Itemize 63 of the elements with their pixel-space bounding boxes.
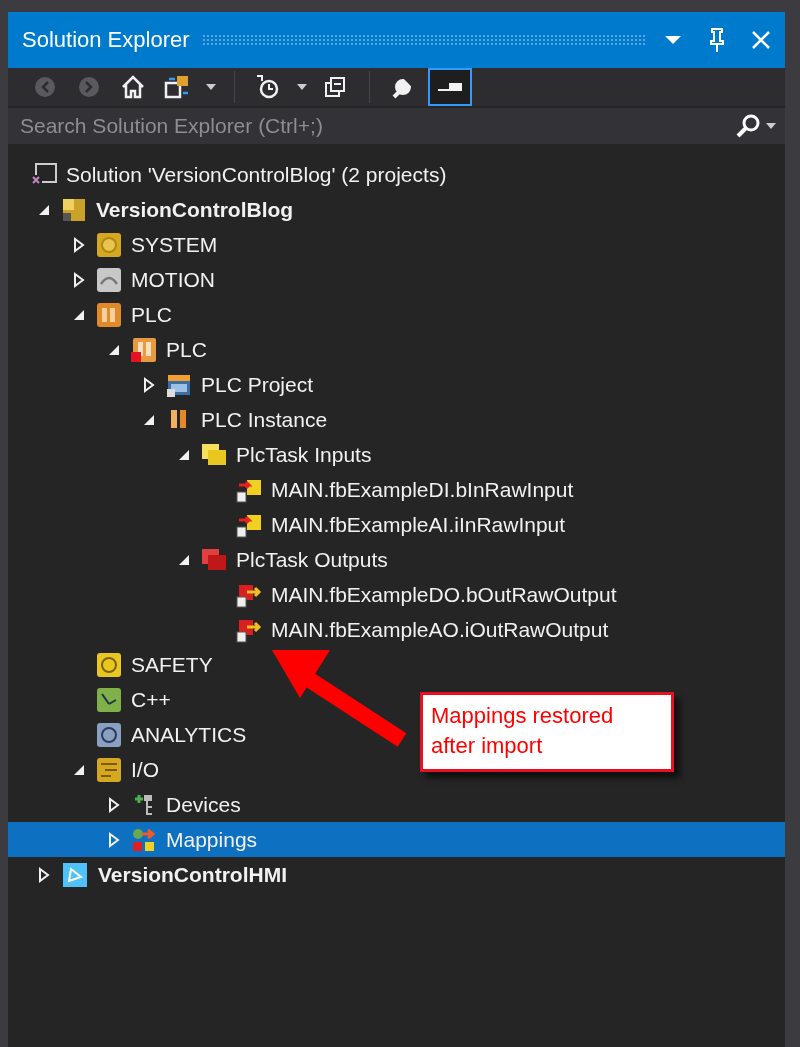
safety-icon (95, 650, 123, 679)
tree-item-label: Devices (166, 792, 241, 817)
tree-item-label: ANALYTICS (131, 722, 247, 747)
cpp-icon (95, 685, 123, 714)
selected-tree-item[interactable]: Mappings (8, 822, 785, 857)
tree-item-label: VersionControlHMI (98, 862, 287, 887)
tree-item-label: MAIN.fbExampleAI.iInRawInput (271, 512, 566, 537)
tree-item-label: I/O (131, 757, 159, 782)
tree-item-label: MAIN.fbExampleAO.iOutRawOutput (271, 617, 609, 642)
tree-item[interactable]: Devices (8, 787, 247, 822)
toolbar-button[interactable] (428, 68, 472, 106)
plc-icon (95, 300, 123, 329)
tree-item[interactable]: ANALYTICS (8, 717, 253, 752)
tree-item[interactable]: MAIN.fbExampleAO.iOutRawOutput (8, 612, 615, 647)
tree-item-label: PLC (131, 302, 172, 327)
tree-item[interactable]: PLC (8, 332, 213, 367)
tree-item[interactable]: Solution 'VersionControlBlog' (2 projects) (8, 157, 453, 192)
tree-item-label: MAIN.fbExampleDO.bOutRawOutput (271, 582, 617, 607)
analytics-icon (95, 720, 123, 749)
window-title: Solution Explorer (22, 27, 190, 53)
preview-icon (438, 83, 462, 91)
tree-item-label: PLC Instance (201, 407, 328, 432)
hmi-icon (60, 860, 90, 889)
io-icon (95, 755, 123, 784)
plc-module-icon (130, 335, 158, 364)
tree-item[interactable]: PlcTask Outputs (8, 542, 394, 577)
tree-item[interactable]: MAIN.fbExampleAI.iInRawInput (8, 507, 572, 542)
tree-item[interactable]: C++ (8, 682, 177, 717)
tree-item[interactable]: PLC Instance (8, 402, 334, 437)
tree-item[interactable]: SYSTEM (8, 227, 224, 262)
close-icon (750, 29, 772, 51)
tree-item-label: SAFETY (131, 652, 213, 677)
tree-item[interactable]: PlcTask Inputs (8, 437, 378, 472)
tree-item[interactable]: MAIN.fbExampleDO.bOutRawOutput (8, 577, 623, 612)
tree-item-label: MAIN.fbExampleDI.bInRawInput (271, 477, 574, 502)
caret-icon (296, 83, 308, 91)
tree-item[interactable]: PLC Project (8, 367, 320, 402)
tree-item-label: PLC Project (201, 372, 314, 397)
tree-item-label: C++ (131, 687, 171, 712)
tree-item[interactable]: PLC (8, 297, 178, 332)
caret-icon (664, 35, 682, 45)
tree-item-label: VersionControlBlog (96, 197, 294, 222)
annotation-callout: Mappings restored after import (420, 692, 674, 772)
tree-item[interactable]: VersionControlHMI (8, 857, 293, 892)
caret-icon (205, 83, 217, 91)
tree-item-label: Solution 'VersionControlBlog' (2 projects) (66, 162, 447, 187)
tree-item[interactable]: MAIN.fbExampleDI.bInRawInput (8, 472, 580, 507)
tree-item-label: SYSTEM (131, 232, 218, 257)
sync-views-icon (163, 73, 191, 101)
tree-item-label: Mappings (166, 827, 258, 852)
tree-item[interactable]: I/O (8, 752, 165, 787)
tree-item[interactable]: SAFETY (8, 647, 219, 682)
search-box[interactable]: Search Solution Explorer (Ctrl+;) (8, 108, 785, 144)
tree-item-label: PlcTask Inputs (236, 442, 372, 467)
caret-icon (765, 122, 777, 130)
motion-icon (95, 265, 123, 294)
tree-item-label: PLC (166, 337, 207, 362)
tree-item[interactable]: MOTION (8, 262, 221, 297)
search-field[interactable]: Search Solution Explorer (Ctrl+;) (18, 113, 735, 139)
tree-item[interactable]: VersionControlBlog (8, 192, 300, 227)
tree-item-label: MOTION (131, 267, 215, 292)
pin-icon (708, 27, 726, 53)
tree-item-label: PlcTask Outputs (236, 547, 388, 572)
